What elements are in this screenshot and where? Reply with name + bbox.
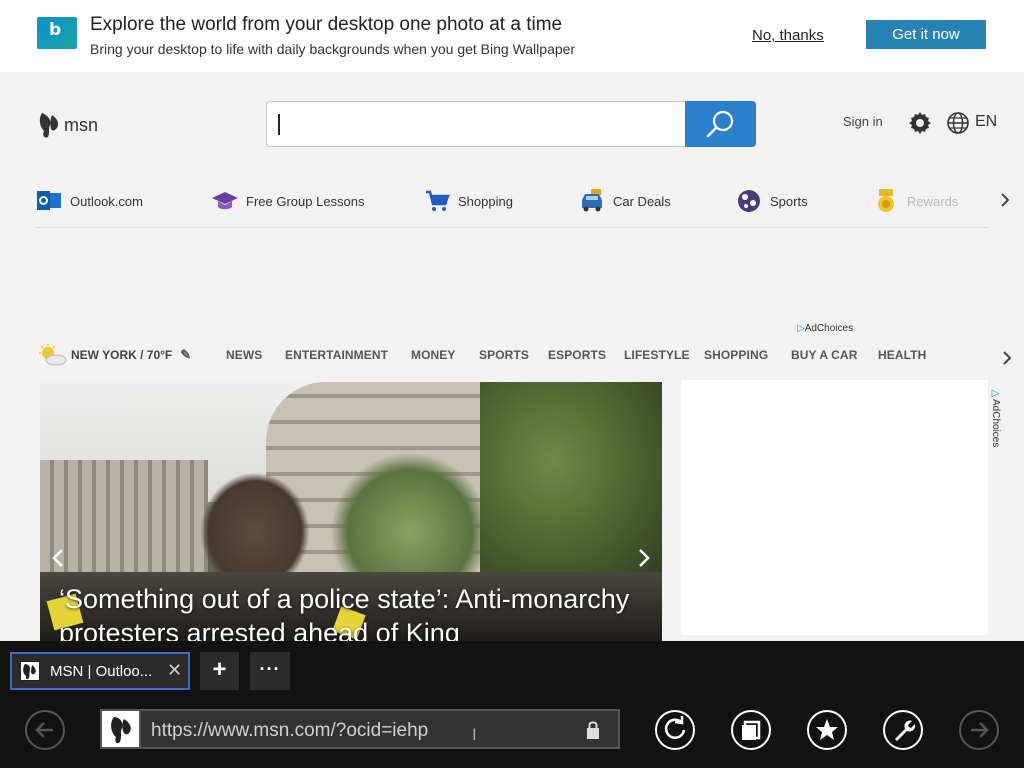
quick-link-car-deals[interactable]: Car Deals xyxy=(579,186,671,216)
address-bar[interactable]: https://www.msn.com/?ocid=iehp I xyxy=(141,709,620,749)
gear-icon[interactable] xyxy=(908,111,932,135)
shopping-cart-icon xyxy=(426,190,450,211)
quick-links-bar: Outlook.com Free Group Lessons Shopping … xyxy=(36,186,988,228)
weather-widget[interactable]: NEW YORK / 70°F ✎ xyxy=(38,343,191,367)
quick-link-label: Shopping xyxy=(458,193,513,209)
wrench-icon xyxy=(895,720,916,741)
language-selector[interactable]: EN xyxy=(975,113,997,131)
adchoices-text: AdChoices xyxy=(804,323,854,334)
tools-button[interactable] xyxy=(883,710,923,750)
nav-item-esports[interactable]: ESPORTS xyxy=(548,348,606,362)
adchoices-icon: ▷ xyxy=(990,388,1001,399)
search-button[interactable] xyxy=(685,101,756,147)
text-cursor: I xyxy=(472,725,477,744)
partly-cloudy-icon xyxy=(39,344,67,366)
arrow-right-icon xyxy=(971,722,989,738)
text-caret xyxy=(278,114,280,135)
bing-wallpaper-banner: b Explore the world from your desktop on… xyxy=(0,0,1024,72)
quick-link-outlook[interactable]: Outlook.com xyxy=(36,186,143,216)
adchoices-label[interactable]: ▷AdChoices xyxy=(797,323,853,334)
hero-story-card[interactable]: ‘Something out of a police state’: Anti-… xyxy=(40,382,662,642)
quick-link-label: Car Deals xyxy=(613,193,671,209)
nav-item-health[interactable]: HEALTH xyxy=(878,348,926,362)
quick-link-free-group-lessons[interactable]: Free Group Lessons xyxy=(212,186,365,216)
no-thanks-link[interactable]: No, thanks xyxy=(752,27,824,44)
url-text: https://www.msn.com/?ocid=iehp xyxy=(151,720,429,741)
nav-item-entertainment[interactable]: ENTERTAINMENT xyxy=(285,348,388,362)
sign-in-link[interactable]: Sign in xyxy=(843,114,883,129)
search-icon xyxy=(706,110,734,138)
adchoices-text: AdChoices xyxy=(990,399,1001,448)
globe-icon[interactable] xyxy=(946,111,970,135)
quick-link-label: Free Group Lessons xyxy=(246,193,365,209)
pencil-icon[interactable]: ✎ xyxy=(180,347,191,363)
arrow-left-icon xyxy=(35,722,53,738)
chevron-right-icon[interactable] xyxy=(1000,348,1014,368)
medal-icon xyxy=(878,189,894,212)
search-input[interactable] xyxy=(266,101,686,147)
browser-tab[interactable]: MSN | Outloo... ✕ xyxy=(10,652,190,690)
quick-link-label: Sports xyxy=(770,193,808,209)
quick-link-sports[interactable]: Sports xyxy=(736,186,808,216)
tab-title: MSN | Outloo... xyxy=(50,663,153,680)
nav-item-money[interactable]: MONEY xyxy=(411,348,456,362)
bing-icon: b xyxy=(37,17,77,49)
adchoices-vertical-label[interactable]: ▷AdChoices xyxy=(990,388,1001,447)
back-button[interactable] xyxy=(25,710,65,750)
nav-item-lifestyle[interactable]: LIFESTYLE xyxy=(624,348,690,362)
msn-butterfly-icon xyxy=(111,717,131,744)
hero-headline[interactable]: ‘Something out of a police state’: Anti-… xyxy=(59,582,649,642)
weather-text: NEW YORK / 70°F xyxy=(71,348,173,362)
msn-favicon-icon xyxy=(20,661,40,681)
graduation-cap-icon xyxy=(212,192,238,210)
site-icon[interactable] xyxy=(100,709,141,749)
star-icon xyxy=(816,719,838,740)
soccer-ball-icon xyxy=(738,190,760,212)
lock-icon[interactable] xyxy=(585,720,601,740)
adchoices-icon: ▷ xyxy=(797,323,805,334)
chevron-right-icon[interactable] xyxy=(998,190,1012,210)
quick-link-label: Rewards xyxy=(907,193,959,209)
chevron-left-icon[interactable] xyxy=(50,547,66,569)
category-nav: NEW YORK / 70°F ✎ NEWS ENTERTAINMENT MON… xyxy=(38,343,998,367)
chevron-right-icon[interactable] xyxy=(636,547,652,569)
car-icon xyxy=(582,189,602,212)
banner-subtitle: Bring your desktop to life with daily ba… xyxy=(90,41,576,57)
msn-butterfly-icon[interactable] xyxy=(38,111,60,139)
nav-item-shopping[interactable]: SHOPPING xyxy=(704,348,768,362)
banner-title: Explore the world from your desktop one … xyxy=(90,14,563,35)
quick-link-rewards[interactable]: Rewards xyxy=(873,186,958,216)
close-tab-icon[interactable]: ✕ xyxy=(167,660,182,681)
new-tab-button[interactable]: + xyxy=(200,652,239,690)
nav-item-buy-a-car[interactable]: BUY A CAR xyxy=(791,348,857,362)
refresh-button[interactable] xyxy=(655,710,695,750)
msn-brand[interactable]: msn xyxy=(64,115,98,136)
tab-menu-button[interactable]: ··· xyxy=(250,652,290,690)
tabs-icon xyxy=(742,720,761,740)
ad-panel[interactable] xyxy=(681,380,988,635)
nav-item-sports[interactable]: SPORTS xyxy=(479,348,529,362)
favorites-button[interactable] xyxy=(807,710,847,750)
get-it-now-button[interactable]: Get it now xyxy=(866,20,986,49)
nav-item-news[interactable]: NEWS xyxy=(226,348,262,362)
refresh-icon xyxy=(664,716,686,739)
outlook-icon xyxy=(37,191,61,210)
quick-link-label: Outlook.com xyxy=(70,193,143,209)
tabs-button[interactable] xyxy=(731,710,771,750)
quick-link-shopping[interactable]: Shopping xyxy=(424,186,513,216)
forward-button[interactable] xyxy=(959,710,999,750)
